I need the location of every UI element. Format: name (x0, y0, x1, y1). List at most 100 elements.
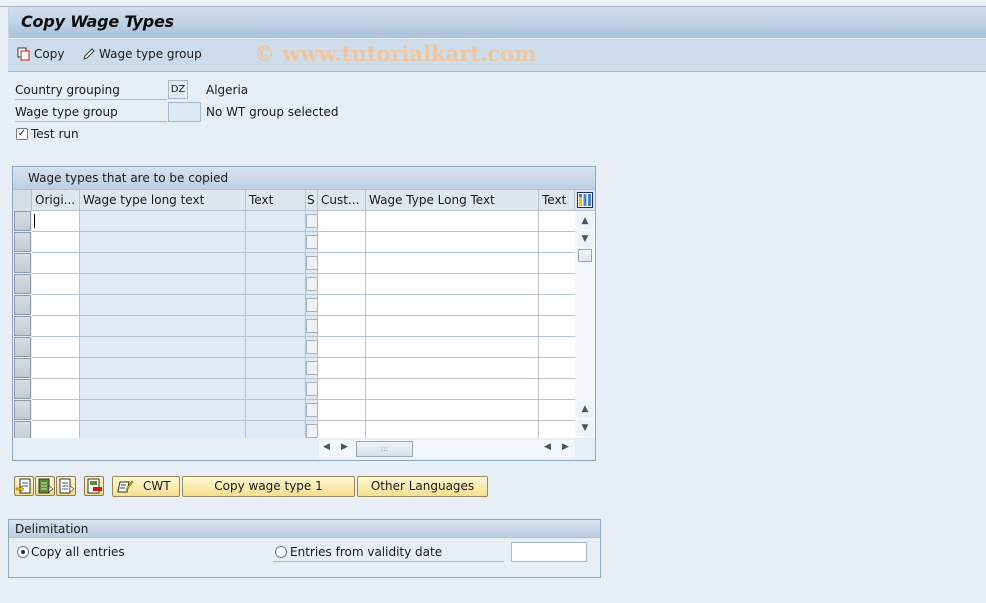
column-customer[interactable] (318, 211, 366, 438)
select-all-button[interactable] (35, 476, 55, 496)
column-header-s[interactable]: S (306, 190, 318, 211)
table-row (32, 420, 575, 421)
scroll-right-icon[interactable]: ▶ (562, 442, 569, 452)
s-checkbox[interactable] (306, 277, 318, 291)
row-selector[interactable] (14, 316, 31, 336)
column-text (246, 211, 306, 438)
test-run-label: Test run (31, 127, 79, 141)
validity-date-field[interactable] (511, 542, 587, 562)
window-top-strip (0, 0, 986, 7)
row-selector[interactable] (14, 295, 31, 315)
scroll-up-button[interactable]: ▲ (577, 213, 593, 229)
cwt-button[interactable]: CWT (112, 476, 180, 497)
delimitation-title: Delimitation (15, 522, 89, 536)
row-selector[interactable] (14, 400, 31, 420)
s-checkbox[interactable] (306, 214, 318, 228)
s-checkbox[interactable] (306, 403, 318, 417)
scroll-down-button[interactable]: ▼ (577, 420, 593, 436)
select-all-icon (38, 478, 54, 494)
column-wage-type-long-text (80, 211, 246, 438)
other-languages-button[interactable]: Other Languages (357, 476, 488, 497)
horizontal-scroll-thumb[interactable]: ::: (356, 441, 413, 457)
table-body (32, 211, 575, 438)
country-grouping-field[interactable]: DZ (168, 80, 188, 99)
s-checkbox[interactable] (306, 256, 318, 270)
insert-row-icon (15, 478, 31, 494)
column-header-text-2[interactable]: Text (539, 190, 575, 211)
row-selector[interactable] (14, 337, 31, 357)
s-checkbox[interactable] (306, 319, 318, 333)
row-selector[interactable] (14, 379, 31, 399)
copy-wage-type-button[interactable]: Copy wage type 1 (182, 476, 355, 497)
copy-button[interactable]: Copy (17, 47, 64, 61)
column-wage-type-long-text-2[interactable] (366, 211, 539, 438)
watermark: © www.tutorialkart.com (254, 41, 537, 66)
pencil-icon (83, 48, 95, 60)
delimitation-group: Delimitation Copy all entries Entries fr… (8, 519, 601, 578)
deselect-all-icon (59, 478, 75, 494)
table-row (32, 336, 575, 337)
scroll-page-up-button[interactable]: ▲ (577, 401, 593, 417)
table-row (32, 231, 575, 232)
wage-type-group-button-label: Wage type group (99, 47, 202, 61)
s-checkbox[interactable] (306, 361, 318, 375)
scroll-page-down-button[interactable]: ▼ (577, 231, 593, 247)
table-row (32, 357, 575, 358)
vertical-scrollbar[interactable]: ▲ ▼ ▲ ▼ (575, 211, 595, 438)
copy-all-entries-radio[interactable] (17, 546, 29, 558)
column-original[interactable] (32, 211, 80, 438)
copy-button-label: Copy (34, 47, 65, 61)
wage-type-group-button[interactable]: Wage type group (82, 47, 202, 61)
scroll-right-icon[interactable]: ▶ (341, 442, 348, 452)
row-selector[interactable] (14, 274, 31, 294)
country-grouping-description: Algeria (206, 83, 249, 97)
row-selector[interactable] (14, 358, 31, 378)
row-selector[interactable] (14, 211, 31, 231)
page-title: Copy Wage Types (21, 12, 174, 31)
delete-row-button[interactable] (84, 476, 104, 496)
column-text-2[interactable] (539, 211, 575, 438)
column-header-wage-type-long-text-2[interactable]: Wage Type Long Text (366, 190, 539, 211)
column-header-customer[interactable]: Cust... (318, 190, 366, 211)
row-selector[interactable] (14, 253, 31, 273)
delete-row-icon (87, 478, 102, 494)
deselect-all-button[interactable] (56, 476, 76, 496)
delimitation-header: Delimitation (9, 520, 600, 538)
s-checkbox[interactable] (306, 235, 318, 249)
row-selector[interactable] (14, 232, 31, 252)
s-checkbox[interactable] (306, 382, 318, 396)
table-row (32, 399, 575, 400)
left-grid-hscroll[interactable]: ◀ ▶ (319, 440, 354, 458)
table-header: Origi... Wage type long text Text S Cust… (13, 190, 595, 211)
right-grid-hscroll-buttons[interactable]: ◀ ▶ (540, 440, 575, 458)
s-checkbox[interactable] (306, 424, 318, 438)
text-cursor (34, 214, 35, 228)
entries-from-validity-date-label: Entries from validity date (290, 545, 443, 559)
test-run-checkbox[interactable]: ✓ (16, 128, 28, 140)
wage-type-group-description: No WT group selected (206, 105, 339, 119)
table-row (32, 273, 575, 274)
country-grouping-label: Country grouping (15, 81, 167, 100)
table-title: Wage types that are to be copied (28, 171, 229, 185)
entries-from-validity-date-radio[interactable] (275, 546, 287, 558)
scroll-left-icon[interactable]: ◀ (544, 442, 551, 452)
s-checkbox[interactable] (306, 298, 318, 312)
select-all-cell[interactable] (13, 190, 32, 211)
wage-types-table: Wage types that are to be copied Origi..… (12, 166, 596, 461)
application-toolbar: Copy Wage type group © www.tutorialkart.… (8, 38, 986, 72)
wage-type-group-field[interactable] (168, 102, 201, 122)
insert-row-button[interactable] (14, 476, 34, 496)
scroll-left-icon[interactable]: ◀ (323, 442, 330, 452)
column-header-text[interactable]: Text (246, 190, 306, 211)
table-row (32, 252, 575, 253)
vertical-scroll-thumb[interactable] (578, 249, 592, 262)
right-grid-hscroll-track[interactable]: ::: (354, 440, 540, 458)
column-header-wage-type-long-text[interactable]: Wage type long text (80, 190, 246, 211)
s-checkbox[interactable] (306, 340, 318, 354)
cwt-button-label: CWT (143, 479, 171, 493)
title-bar: Copy Wage Types (8, 7, 986, 38)
horizontal-scrollbar-area: ◀ ▶ ::: ◀ ▶ (13, 438, 575, 460)
table-settings-icon[interactable] (577, 192, 593, 208)
column-header-original[interactable]: Origi... (32, 190, 80, 211)
copy-icon (17, 47, 30, 61)
